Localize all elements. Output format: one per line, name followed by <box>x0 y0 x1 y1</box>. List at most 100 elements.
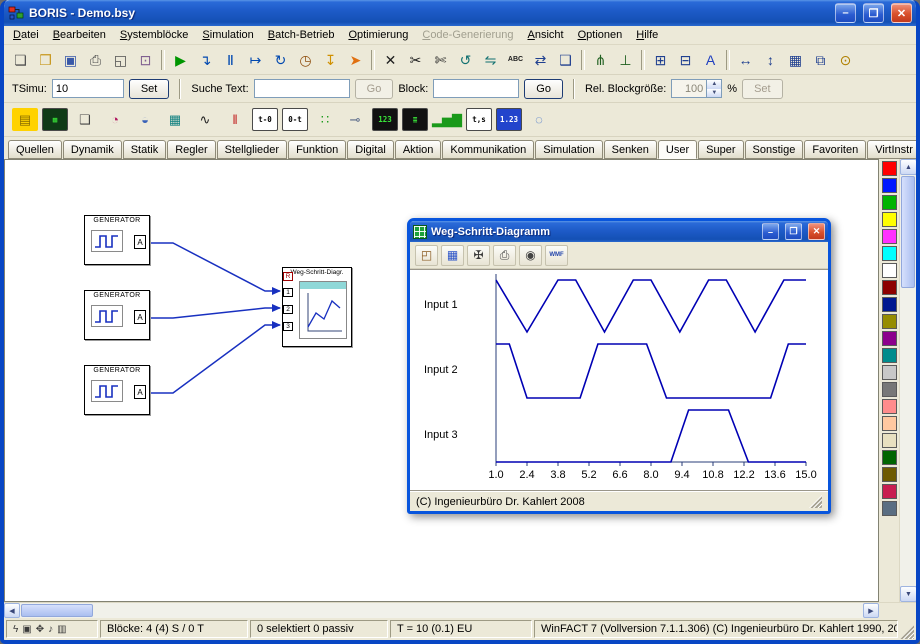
new-file-icon[interactable]: ❏ <box>8 49 33 71</box>
palette-tab[interactable]: Digital <box>347 140 394 159</box>
palette-tab[interactable]: Sonstige <box>745 140 804 159</box>
output-pin[interactable]: A <box>134 235 146 249</box>
color-swatch[interactable] <box>882 382 897 397</box>
search-go-button[interactable]: Go <box>355 79 394 99</box>
tsimu-set-button[interactable]: Set <box>129 79 170 99</box>
copy-region-icon[interactable]: ⊡ <box>133 49 158 71</box>
output-pin[interactable]: A <box>134 385 146 399</box>
print-diagram-icon[interactable]: ⎙ <box>493 245 516 266</box>
seven-segment-icon[interactable]: 123 <box>372 108 398 131</box>
histogram-icon[interactable]: ▂▅▇ <box>432 108 462 131</box>
color-swatch[interactable] <box>882 484 897 499</box>
input-pin[interactable]: 3 <box>283 322 293 331</box>
align-horizontal-icon[interactable]: ↔ <box>733 49 758 71</box>
grid-icon[interactable]: ▦ <box>441 245 464 266</box>
crosshair-icon[interactable]: ✠ <box>467 245 490 266</box>
breakpoint-icon[interactable]: ↧ <box>318 49 343 71</box>
search-input[interactable] <box>254 79 350 98</box>
color-swatch[interactable] <box>882 229 897 244</box>
palette-tab[interactable]: Regler <box>167 140 215 159</box>
simulation-time-icon[interactable]: ◷ <box>293 49 318 71</box>
gauge-icon[interactable]: ◔ <box>102 108 128 131</box>
cascade-windows-icon[interactable]: ⧉ <box>808 49 833 71</box>
menu-item[interactable]: Optimierung <box>341 27 415 43</box>
resolve-superblock-icon[interactable]: ⊟ <box>673 49 698 71</box>
color-swatch[interactable] <box>882 501 897 516</box>
color-swatch[interactable] <box>882 263 897 278</box>
overview-icon[interactable]: ▥ <box>57 624 66 635</box>
input-pin[interactable]: 1 <box>283 288 293 297</box>
single-step-icon[interactable]: ↴ <box>193 49 218 71</box>
trigger-icon[interactable]: ➤ <box>343 49 368 71</box>
block-pair-icon[interactable]: ❑ <box>72 108 98 131</box>
relsize-set-button[interactable]: Set <box>742 79 783 99</box>
color-swatch[interactable] <box>882 416 897 431</box>
menu-item[interactable]: Bearbeiten <box>46 27 113 43</box>
vertical-scrollbar[interactable]: ▲ ▼ <box>899 159 916 602</box>
mirror-block-icon[interactable]: ⇋ <box>478 49 503 71</box>
resize-grip[interactable] <box>809 495 822 508</box>
close-button[interactable]: ✕ <box>891 3 912 23</box>
pause-simulation-icon[interactable]: Ⅱ <box>218 49 243 71</box>
horizontal-scroll-thumb[interactable] <box>21 604 93 617</box>
color-swatch[interactable] <box>882 280 897 295</box>
scroll-up-icon[interactable]: ▲ <box>900 159 917 175</box>
resize-grip[interactable] <box>900 625 914 639</box>
output-pin[interactable]: A <box>134 310 146 324</box>
continuous-run-icon[interactable]: ↻ <box>268 49 293 71</box>
color-swatch[interactable] <box>882 348 897 363</box>
lego-brick-icon[interactable]: ▤ <box>12 108 38 131</box>
menu-item[interactable]: Batch-Betrieb <box>261 27 342 43</box>
color-swatch[interactable] <box>882 178 897 193</box>
palette-tab[interactable]: Dynamik <box>63 140 122 159</box>
color-swatch[interactable] <box>882 297 897 312</box>
sound-icon[interactable]: ♪ <box>48 624 53 635</box>
palette-tab[interactable]: Super <box>698 140 743 159</box>
pan-icon[interactable]: ✥ <box>36 624 44 635</box>
spin-down-icon[interactable]: ▼ <box>707 89 721 98</box>
color-swatch[interactable] <box>882 314 897 329</box>
tsimu-input[interactable] <box>52 79 124 98</box>
color-swatch[interactable] <box>882 212 897 227</box>
wave-zoom-icon[interactable]: ◌ <box>526 108 552 131</box>
color-swatch[interactable] <box>882 161 897 176</box>
maximize-button[interactable]: ❐ <box>863 3 884 23</box>
scroll-right-icon[interactable]: ▶ <box>863 603 879 618</box>
palette-tab[interactable]: Aktion <box>395 140 442 159</box>
generator-block[interactable]: GENERATOR A <box>84 215 150 265</box>
palette-tab[interactable]: Senken <box>604 140 657 159</box>
relsize-spinner[interactable]: ▲ ▼ <box>671 79 722 98</box>
numeric-display-icon[interactable]: 1.23 <box>496 108 522 131</box>
print-preview-icon[interactable]: ◱ <box>108 49 133 71</box>
color-swatch[interactable] <box>882 399 897 414</box>
title-bar[interactable]: BORIS - Demo.bsy – ❐ ✕ <box>4 0 916 26</box>
input-pin[interactable]: R <box>283 272 293 281</box>
weg-schritt-block[interactable]: Weg-Schritt-Diagr. R123 <box>282 267 352 347</box>
color-swatch[interactable] <box>882 331 897 346</box>
snapshot-icon[interactable]: ◉ <box>519 245 542 266</box>
menu-item[interactable]: Systemblöcke <box>113 27 195 43</box>
palette-tab[interactable]: Funktion <box>288 140 346 159</box>
palette-tab[interactable]: Quellen <box>8 140 62 159</box>
palette-tab[interactable]: Favoriten <box>804 140 866 159</box>
group-blocks-icon[interactable]: ⋔ <box>588 49 613 71</box>
snap-grid-icon[interactable]: ▦ <box>783 49 808 71</box>
0t-block-icon[interactable]: 0-t <box>282 108 308 131</box>
palette-tab[interactable]: VirtInstr <box>867 140 920 159</box>
minimize-button[interactable]: – <box>835 3 856 23</box>
ts-block-icon[interactable]: t,s <box>466 108 492 131</box>
relsize-input[interactable] <box>671 79 707 98</box>
schematic-canvas[interactable]: GENERATOR A GENERATOR <box>4 159 879 602</box>
mixer-icon[interactable]: ≣ <box>402 108 428 131</box>
input-pin[interactable]: 2 <box>283 305 293 314</box>
led-bar-icon[interactable]: ‖ <box>222 108 248 131</box>
menu-item[interactable]: Code-Generierung <box>415 27 520 43</box>
scroll-down-icon[interactable]: ▼ <box>900 586 917 602</box>
menu-item[interactable]: Optionen <box>571 27 630 43</box>
cut-input-icon[interactable]: ✂ <box>403 49 428 71</box>
spin-up-icon[interactable]: ▲ <box>707 80 721 89</box>
palette-tab[interactable]: Simulation <box>535 140 602 159</box>
color-swatch[interactable] <box>882 195 897 210</box>
start-simulation-icon[interactable]: ▶ <box>168 49 193 71</box>
block-input[interactable] <box>433 79 519 98</box>
